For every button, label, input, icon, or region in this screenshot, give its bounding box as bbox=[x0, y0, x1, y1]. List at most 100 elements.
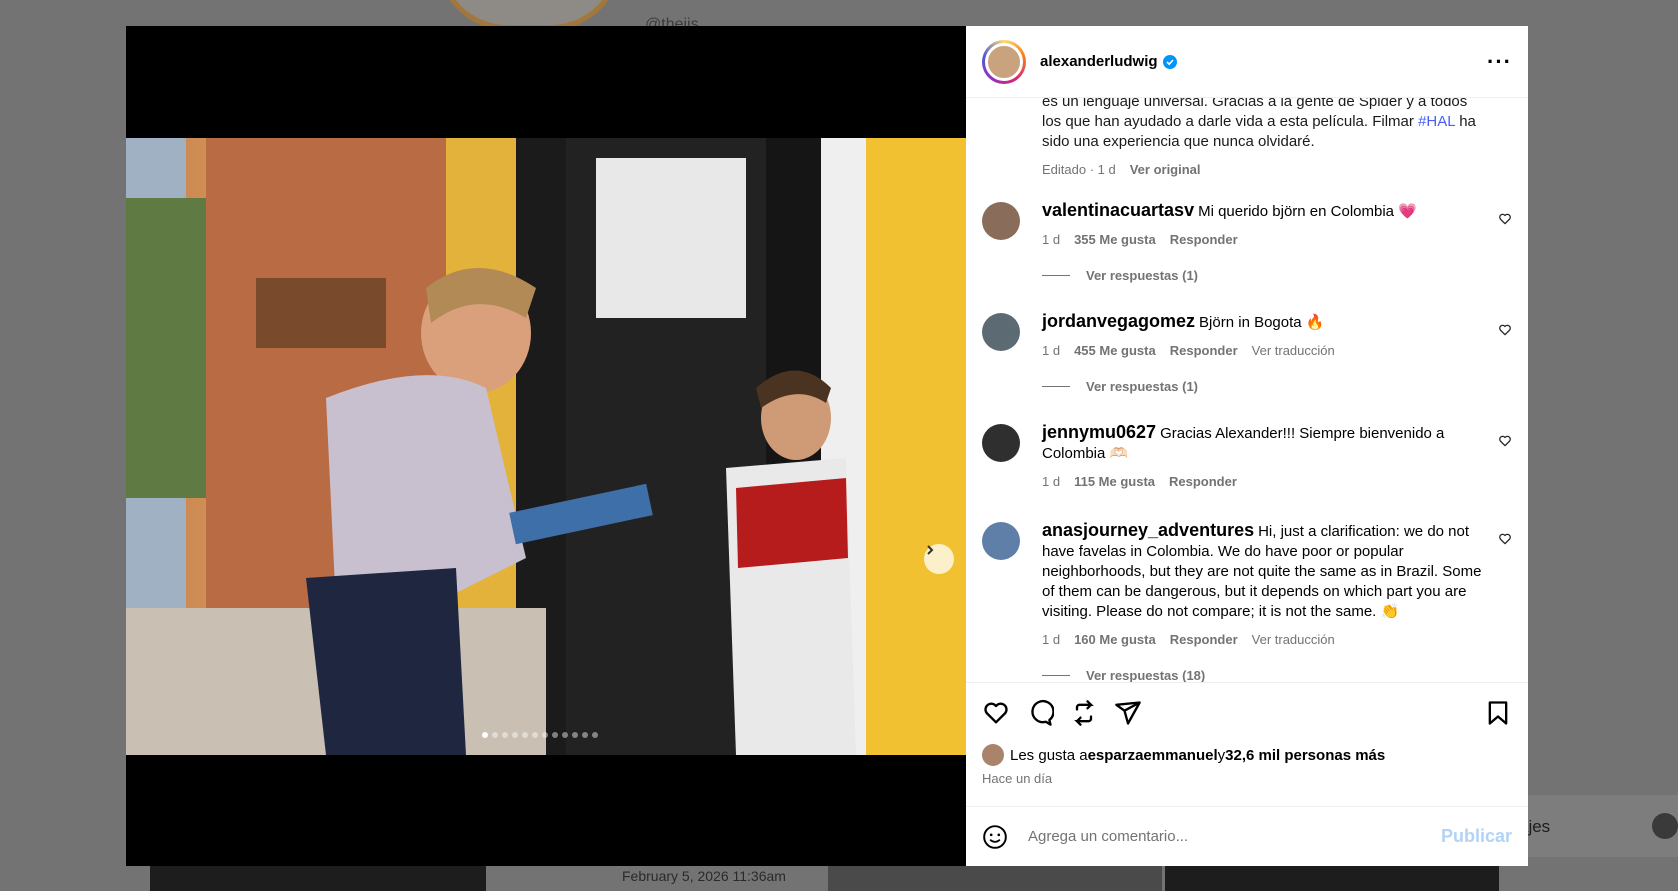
more-options-icon[interactable]: ··· bbox=[1487, 49, 1512, 75]
comment-avatar[interactable] bbox=[982, 313, 1020, 351]
post-photo[interactable] bbox=[126, 138, 966, 755]
comment-block: valentinacuartasv Mi querido björn en Col… bbox=[982, 200, 1512, 283]
messages-avatar bbox=[1652, 813, 1678, 839]
comment-time: 1 d bbox=[1042, 474, 1061, 489]
carousel-dots bbox=[482, 732, 598, 738]
carousel-dot bbox=[492, 732, 498, 738]
view-replies-button[interactable]: Ver respuestas (18) bbox=[1042, 668, 1512, 682]
heart-icon[interactable] bbox=[1498, 323, 1512, 337]
author-username[interactable]: alexanderludwig bbox=[1040, 53, 1158, 70]
caption-line: los que han ayudado a darle vida a esta … bbox=[1042, 113, 1476, 130]
comment-avatar[interactable] bbox=[982, 202, 1020, 240]
comment-time: 1 d bbox=[1042, 343, 1061, 358]
comment-meta: 1 d 455 Me gusta Responder Ver traducció… bbox=[1042, 341, 1482, 361]
likes-mid: y bbox=[1217, 746, 1226, 764]
comment-time: 1 d bbox=[1042, 632, 1061, 647]
see-original-link[interactable]: Ver original bbox=[1130, 160, 1201, 180]
caption-meta: Editado · 1 d Ver original bbox=[1042, 160, 1512, 180]
emoji-icon[interactable] bbox=[982, 824, 1008, 850]
heart-icon[interactable] bbox=[1498, 532, 1512, 546]
reply-button[interactable]: Responder bbox=[1170, 630, 1238, 650]
chevron-right-icon bbox=[927, 545, 934, 555]
comment: valentinacuartasv Mi querido björn en Col… bbox=[982, 200, 1512, 250]
share-icon[interactable] bbox=[1114, 699, 1142, 727]
comment-block: anasjourney_adventures Hi, just a clarifi… bbox=[982, 520, 1512, 682]
comment: jennymu0627 Gracias Alexander!!! Siempre … bbox=[982, 422, 1512, 492]
comment-likes[interactable]: 160 Me gusta bbox=[1074, 630, 1156, 650]
comment-likes[interactable]: 115 Me gusta bbox=[1074, 472, 1155, 492]
heart-icon[interactable] bbox=[982, 699, 1010, 727]
post-modal: alexanderludwig ··· es un lenguaje unive… bbox=[126, 26, 1528, 866]
carousel-dot bbox=[532, 732, 538, 738]
caption-line: sido una experiencia que nunca olvidaré. bbox=[1042, 133, 1315, 150]
carousel-dot bbox=[582, 732, 588, 738]
carousel-dot bbox=[562, 732, 568, 738]
comment-username[interactable]: jordanvegagomez bbox=[1042, 311, 1195, 331]
comment-username[interactable]: jennymu0627 bbox=[1042, 422, 1156, 442]
reply-button[interactable]: Responder bbox=[1170, 230, 1238, 250]
translate-link[interactable]: Ver traducción bbox=[1252, 630, 1335, 650]
translate-link[interactable]: Ver traducción bbox=[1252, 341, 1335, 361]
caption-edited: Editado · 1 d bbox=[1042, 162, 1116, 177]
view-replies-label: Ver respuestas (1) bbox=[1086, 268, 1199, 283]
likes-count[interactable]: 32,6 mil personas más bbox=[1225, 747, 1385, 764]
comment-username[interactable]: anasjourney_adventures bbox=[1042, 520, 1254, 540]
comment-input[interactable] bbox=[1028, 828, 1441, 845]
carousel-dot bbox=[522, 732, 528, 738]
comment-likes[interactable]: 355 Me gusta bbox=[1074, 230, 1156, 250]
comment-list: valentinacuartasv Mi querido björn en Col… bbox=[982, 200, 1512, 682]
comment-meta: 1 d 160 Me gusta Responder Ver traducció… bbox=[1042, 630, 1482, 650]
comment: jordanvegagomez Björn in Bogota 🔥 1 d 455… bbox=[982, 311, 1512, 361]
media-area bbox=[126, 26, 966, 866]
comment-body: jordanvegagomez Björn in Bogota 🔥 1 d 455… bbox=[1042, 311, 1482, 361]
add-comment-bar: Publicar bbox=[966, 806, 1528, 866]
verified-badge-icon bbox=[1162, 54, 1177, 69]
comment-avatar[interactable] bbox=[982, 424, 1020, 462]
comment-likes[interactable]: 455 Me gusta bbox=[1074, 341, 1156, 361]
hashtag-link[interactable]: #HAL bbox=[1418, 113, 1455, 130]
heart-icon[interactable] bbox=[1498, 434, 1512, 448]
comment-icon[interactable] bbox=[1026, 699, 1054, 727]
reply-button[interactable]: Responder bbox=[1170, 341, 1238, 361]
carousel-dot bbox=[512, 732, 518, 738]
view-replies-label: Ver respuestas (1) bbox=[1086, 379, 1199, 394]
comment-time: 1 d bbox=[1042, 232, 1061, 247]
view-replies-label: Ver respuestas (18) bbox=[1086, 668, 1206, 682]
comment-block: jordanvegagomez Björn in Bogota 🔥 1 d 455… bbox=[982, 311, 1512, 394]
comments-section[interactable]: es un lenguaje universal. Gracias a la g… bbox=[966, 98, 1528, 682]
backdrop-date: February 5, 2026 11:36am bbox=[622, 868, 786, 884]
likes-prefix: Les gusta a bbox=[1010, 746, 1088, 764]
liker-username[interactable]: esparzaemmanuel bbox=[1088, 747, 1218, 764]
publish-button[interactable]: Publicar bbox=[1441, 826, 1512, 847]
likes-summary: Les gusta a esparzaemmanuel y 32,6 mil p… bbox=[966, 742, 1528, 768]
comment-body: valentinacuartasv Mi querido björn en Col… bbox=[1042, 200, 1482, 250]
comment-body: anasjourney_adventures Hi, just a clarifi… bbox=[1042, 520, 1482, 650]
photo-illustration bbox=[126, 138, 966, 755]
comment-meta: 1 d 115 Me gusta Responder bbox=[1042, 472, 1482, 492]
reply-button[interactable]: Responder bbox=[1169, 472, 1237, 492]
comment-body: jennymu0627 Gracias Alexander!!! Siempre … bbox=[1042, 422, 1482, 492]
carousel-dot bbox=[502, 732, 508, 738]
comment-username[interactable]: valentinacuartasv bbox=[1042, 200, 1194, 220]
carousel-dot bbox=[572, 732, 578, 738]
author-avatar[interactable] bbox=[982, 39, 1026, 84]
bookmark-icon[interactable] bbox=[1484, 699, 1512, 727]
view-replies-button[interactable]: Ver respuestas (1) bbox=[1042, 379, 1512, 394]
action-bar bbox=[966, 682, 1528, 742]
comment-block: jennymu0627 Gracias Alexander!!! Siempre … bbox=[982, 422, 1512, 492]
post-panel: alexanderludwig ··· es un lenguaje unive… bbox=[966, 26, 1528, 866]
view-replies-button[interactable]: Ver respuestas (1) bbox=[1042, 268, 1512, 283]
post-caption: es un lenguaje universal. Gracias a la g… bbox=[982, 98, 1512, 180]
post-header: alexanderludwig ··· bbox=[966, 26, 1528, 98]
carousel-dot bbox=[542, 732, 548, 738]
comment: anasjourney_adventures Hi, just a clarifi… bbox=[982, 520, 1512, 650]
comment-avatar[interactable] bbox=[982, 522, 1020, 560]
comment-meta: 1 d 355 Me gusta Responder bbox=[1042, 230, 1482, 250]
caption-line: es un lenguaje universal. Gracias a la g… bbox=[1042, 98, 1468, 110]
liker-avatar bbox=[982, 744, 1004, 766]
next-image-button[interactable] bbox=[924, 544, 954, 574]
comment-text: Björn in Bogota 🔥 bbox=[1199, 314, 1325, 331]
heart-icon[interactable] bbox=[1498, 212, 1512, 226]
repost-icon[interactable] bbox=[1070, 699, 1098, 727]
comment-text: Mi querido björn en Colombia 💗 bbox=[1198, 203, 1417, 220]
